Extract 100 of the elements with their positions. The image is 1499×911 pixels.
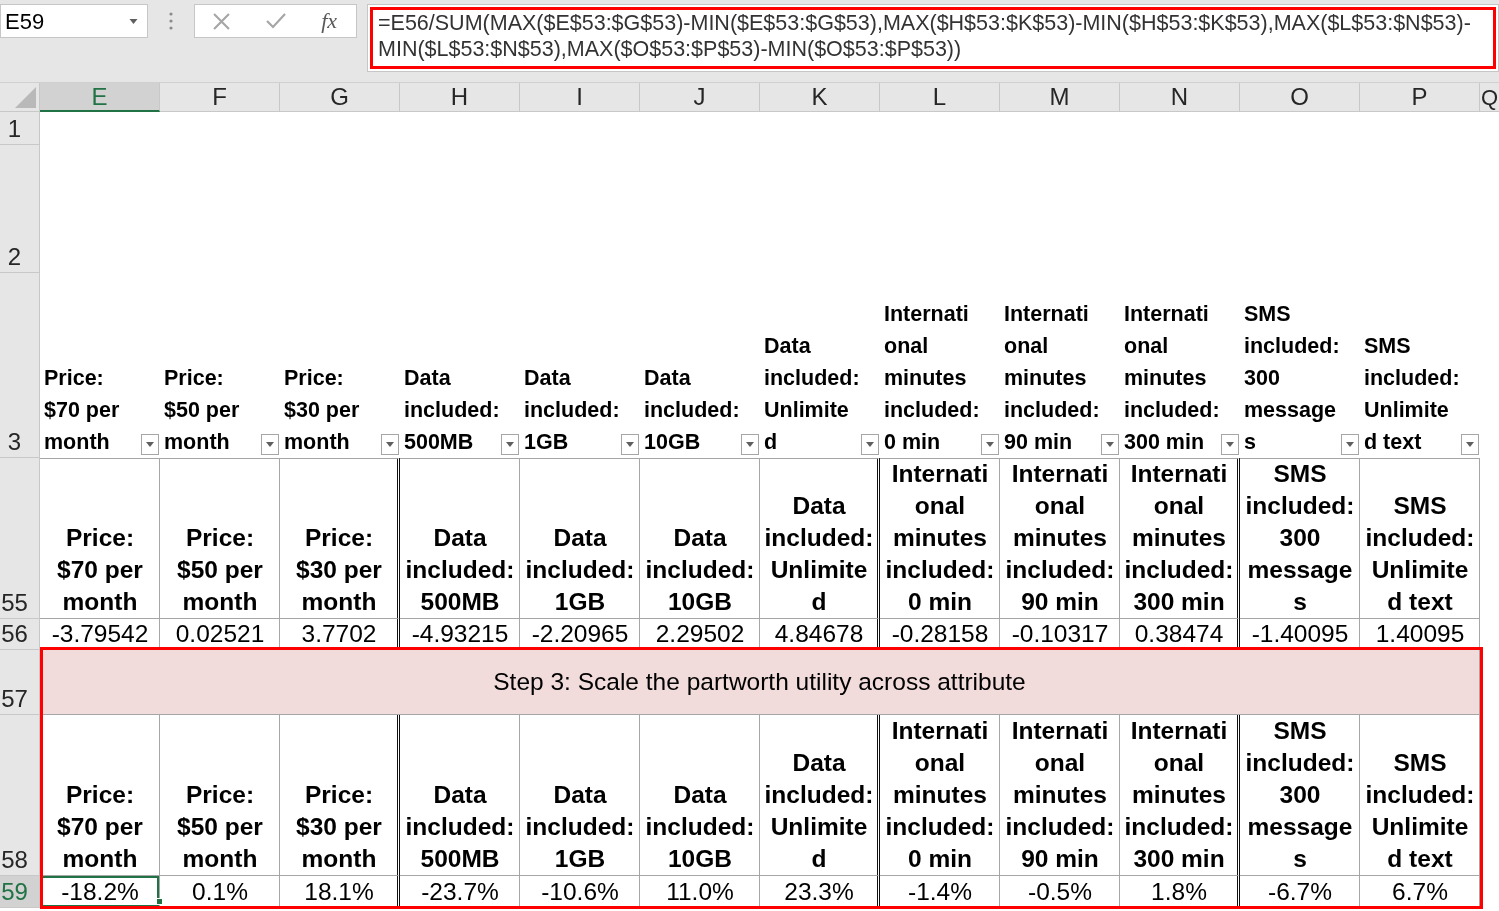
column-heading: Price: $50 per month: [164, 365, 241, 456]
column-header[interactable]: O: [1240, 83, 1360, 112]
header-cell: Data included: 1GB: [520, 715, 640, 876]
header-cell: Data included: 500MB: [400, 458, 520, 619]
header-cell: Data included: 500MB: [400, 715, 520, 876]
column-header[interactable]: G: [280, 83, 400, 112]
column-heading: SMS included: Unlimited text: [1364, 333, 1460, 456]
caret-down-icon: [506, 442, 514, 447]
header-cell: Data included: 10GB: [640, 715, 760, 876]
header-cell: International minutes included: 0 min: [880, 458, 1000, 619]
row-header[interactable]: 55: [0, 458, 40, 619]
value-cell: -23.7%: [400, 876, 520, 908]
insert-function-button[interactable]: fx: [321, 7, 338, 35]
filter-button[interactable]: [1341, 434, 1359, 455]
header-cell: Price: $70 per month: [40, 458, 160, 619]
filter-button[interactable]: [861, 434, 879, 455]
value-cell: -6.7%: [1240, 876, 1360, 908]
fill-handle[interactable]: [156, 898, 163, 905]
row-header[interactable]: 59: [0, 876, 40, 908]
value-cell: 1.8%: [1120, 876, 1240, 908]
filter-button[interactable]: [621, 434, 639, 455]
column-header[interactable]: P: [1360, 83, 1480, 112]
name-box[interactable]: E59: [0, 4, 148, 38]
filter-button[interactable]: [1461, 434, 1479, 455]
column-heading: Data included: Unlimited: [764, 333, 860, 456]
header-cell: Data included: 1GB: [520, 458, 640, 619]
column-heading: International minutes included: 0 min: [884, 301, 980, 456]
value-cell: 6.7%: [1360, 876, 1480, 908]
section-banner: Step 3: Scale the partworth utility across attribute: [40, 650, 1480, 715]
column-heading: Data included: 10GB: [644, 365, 740, 456]
filter-button[interactable]: [981, 434, 999, 455]
column-header[interactable]: F: [160, 83, 280, 112]
caret-down-icon: [1226, 442, 1234, 447]
header-cell: International minutes included: 90 min: [1000, 715, 1120, 876]
column-heading: Data included: 500MB: [404, 365, 500, 456]
row-header[interactable]: 57: [0, 650, 40, 715]
header-cell: Data included: 10GB: [640, 458, 760, 619]
caret-down-icon: [1106, 442, 1114, 447]
row-header[interactable]: 3: [0, 273, 40, 458]
header-cell: Data included: Unlimited: [760, 715, 880, 876]
column-header[interactable]: I: [520, 83, 640, 112]
header-cell: Data included: Unlimited: [760, 458, 880, 619]
caret-down-icon: [129, 18, 138, 24]
header-cell: SMS included: 300 messages: [1240, 715, 1360, 876]
row-header[interactable]: 56: [0, 619, 40, 650]
column-heading: International minutes included: 300 min: [1124, 301, 1220, 456]
header-cell: International minutes included: 90 min: [1000, 458, 1120, 619]
caret-down-icon: [746, 442, 754, 447]
column-header[interactable]: N: [1120, 83, 1240, 112]
value-cell: 11.0%: [640, 876, 760, 908]
header-cell: International minutes included: 0 min: [880, 715, 1000, 876]
caret-down-icon: [1466, 442, 1474, 447]
caret-down-icon: [866, 442, 874, 447]
column-header[interactable]: J: [640, 83, 760, 112]
column-heading: Price: $30 per month: [284, 365, 361, 456]
value-cell: 23.3%: [760, 876, 880, 908]
value-cell: 0.1%: [160, 876, 280, 908]
row-header[interactable]: 1: [0, 112, 40, 145]
header-cell: International minutes included: 300 min: [1120, 458, 1240, 619]
filter-button[interactable]: [141, 434, 159, 455]
column-header[interactable]: E: [40, 83, 160, 112]
column-header[interactable]: M: [1000, 83, 1120, 112]
row-header[interactable]: 2: [0, 145, 40, 273]
filter-button[interactable]: [261, 434, 279, 455]
value-cell: -0.5%: [1000, 876, 1120, 908]
caret-down-icon: [146, 442, 154, 447]
column-heading: International minutes included: 90 min: [1004, 301, 1100, 456]
caret-down-icon: [1346, 442, 1354, 447]
column-header[interactable]: L: [880, 83, 1000, 112]
filter-button[interactable]: [501, 434, 519, 455]
header-cell: Price: $50 per month: [160, 458, 280, 619]
formula-field[interactable]: =E56/SUM(MAX($E$53:$G$53)-MIN($E$53:$G$53),MAX($H$53:$K$53)-MIN($H$53:$K$53),MAX($L$53:$N$53)-MIN($L$53:$N$53),MAX($O$53:$P$53)-MIN($O$53:$P$53)): [367, 4, 1499, 72]
header-cell: Price: $30 per month: [280, 458, 400, 619]
filter-button[interactable]: [1221, 434, 1239, 455]
vertical-dots-icon[interactable]: [169, 12, 173, 30]
header-cell: International minutes included: 300 min: [1120, 715, 1240, 876]
column-header[interactable]: H: [400, 83, 520, 112]
column-heading: SMS included: 300 messages: [1244, 301, 1340, 456]
caret-down-icon: [266, 442, 274, 447]
header-cell: SMS included: Unlimited text: [1360, 715, 1480, 876]
row-header[interactable]: 58: [0, 715, 40, 876]
header-cell: Price: $50 per month: [160, 715, 280, 876]
column-header[interactable]: Q: [1480, 83, 1499, 112]
value-cell: -10.6%: [520, 876, 640, 908]
caret-down-icon: [386, 442, 394, 447]
filter-button[interactable]: [381, 434, 399, 455]
value-cell: -1.4%: [880, 876, 1000, 908]
filter-button[interactable]: [741, 434, 759, 455]
formula-text: =E56/SUM(MAX($E$53:$G$53)-MIN($E$53:$G$53),MAX($H$53:$K$53)-MIN($H$53:$K$53),MAX($L$53:$N$53)-MIN($L$53:$N$53),MAX($O$53:$P$53)-MIN($O$53:$P$53)): [378, 10, 1472, 62]
column-heading: Price: $70 per month: [44, 365, 121, 456]
column-header[interactable]: K: [760, 83, 880, 112]
caret-down-icon: [626, 442, 634, 447]
checkmark-icon[interactable]: [265, 13, 286, 29]
filter-button[interactable]: [1101, 434, 1119, 455]
header-cell: Price: $70 per month: [40, 715, 160, 876]
header-cell: Price: $30 per month: [280, 715, 400, 876]
header-cell: SMS included: 300 messages: [1240, 458, 1360, 619]
caret-down-icon: [986, 442, 994, 447]
column-heading: Data included: 1GB: [524, 365, 620, 456]
header-cell: SMS included: Unlimited text: [1360, 458, 1480, 619]
